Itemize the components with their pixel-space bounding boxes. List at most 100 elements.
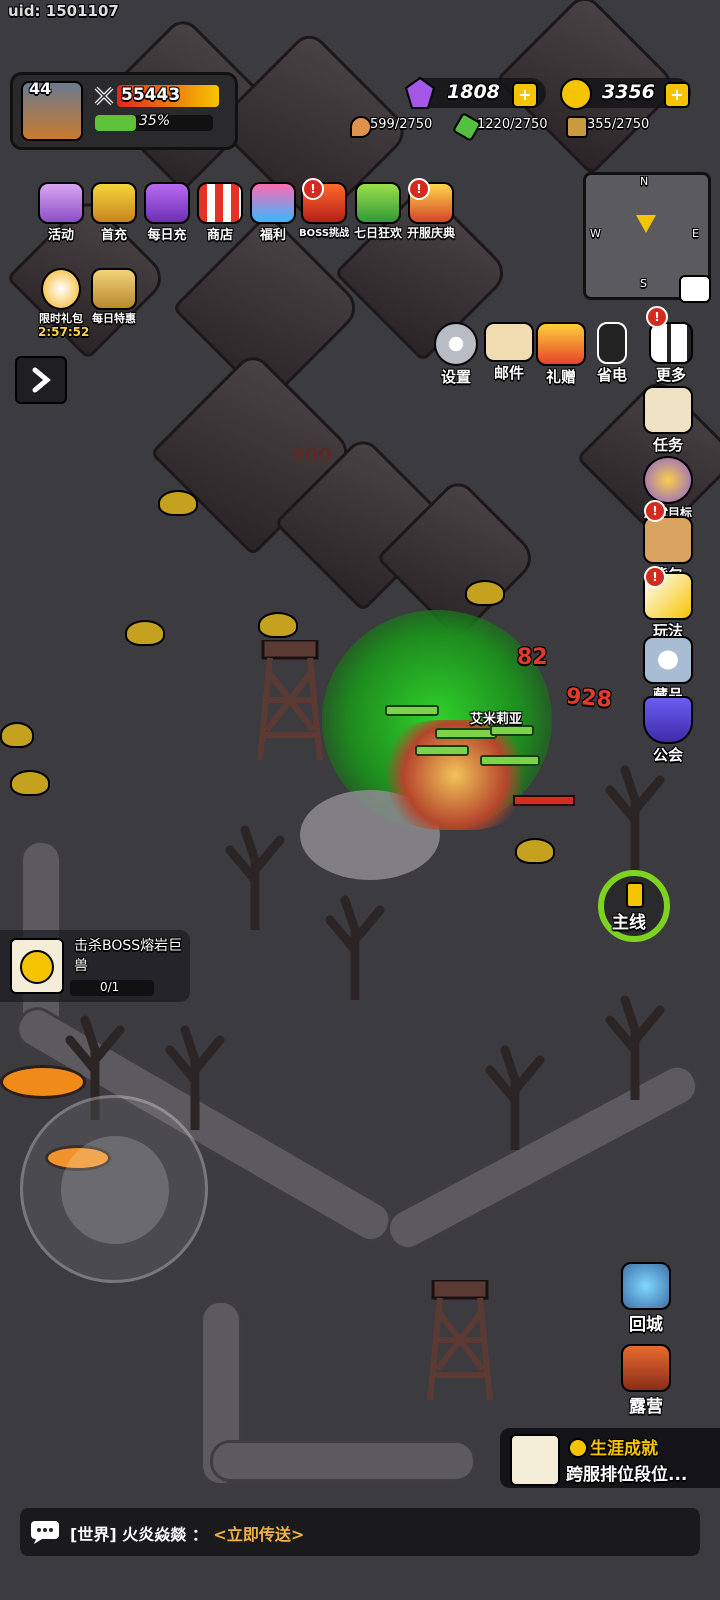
more-button[interactable]: 更多 [643,322,699,385]
beetle-enemy[interactable] [515,838,555,864]
menu-daily-deal-label: 每日特惠 [92,312,136,325]
alert-badge-icon: ! [408,178,430,200]
chat-separator: ： [191,1525,208,1544]
power-save-button[interactable]: 省电 [584,322,640,385]
menu-daily-recharge[interactable]: 每日充 [141,182,193,243]
menu-daily-recharge-label: 每日充 [147,228,187,243]
chevron-right-icon [32,367,51,393]
damage-number: 928 [564,684,613,713]
player-marker-icon [636,215,656,233]
hero-hp-bar [415,745,469,756]
mainline-label: 主线 [612,913,646,933]
trophy-icon [643,456,693,504]
star-badge-icon [643,636,693,684]
dead-tree [605,765,665,870]
portal-icon [621,1262,671,1310]
achievement-icon [510,1434,560,1486]
menu-seven-day[interactable]: 七日狂欢 [352,182,404,241]
menu-timed-pack-label: 限时礼包 [39,312,83,325]
chat-line: [世界] 火炎焱燚 ： <立即传送> [70,1521,304,1545]
present-icon [536,322,586,366]
mail-label: 邮件 [493,364,524,382]
watch-tower [257,640,323,760]
more-label: 更多 [655,366,686,384]
minimap-east: E [692,227,699,240]
ore-count: 355/2750 [587,117,650,132]
chat-channel: [世界] [70,1525,117,1544]
gift-button[interactable]: 礼赠 [533,322,589,387]
alert-badge-icon: ! [644,500,666,522]
beetle-enemy[interactable] [125,620,165,646]
menu-timed-pack[interactable]: 限时礼包 [35,268,87,326]
dead-tree [225,825,285,930]
chat-bar[interactable]: [世界] 火炎焱燚 ： <立即传送> [20,1508,700,1556]
player-card[interactable]: 44 55443 35% [10,72,238,150]
beetle-enemy[interactable] [158,490,198,516]
menu-first-recharge[interactable]: 首充 [88,182,140,243]
beetle-enemy[interactable] [0,722,34,748]
settings-button[interactable]: 设置 [428,322,484,387]
mainline-button[interactable]: 主线 [598,870,670,942]
menu-daily-deal[interactable]: 每日特惠 [88,268,140,326]
quest-progress: 0/1 [100,980,120,994]
achievement-title: 生涯成就 [590,1439,658,1459]
menu-boss-challenge-label: BOSS挑战 [298,228,350,239]
expand-button[interactable] [15,356,67,404]
gem-icon [404,76,436,109]
shop-icon [197,182,243,224]
ore-icon [566,116,588,138]
chat-user: 火炎焱燚 [122,1525,187,1544]
hero-hp-bar [435,728,497,739]
gem-add-button[interactable]: + [512,82,538,108]
exp-percent: 35% [139,113,171,129]
chat-teleport-link[interactable]: <立即传送> [213,1525,304,1544]
return-city-label: 回城 [629,1315,663,1335]
medal-icon [568,1438,588,1458]
achievement-banner[interactable]: 生涯成就 跨服排位段位... [500,1428,720,1488]
meat-count: 599/2750 [370,117,433,132]
return-city-button[interactable]: 回城 [618,1262,674,1335]
battery-icon [597,322,627,364]
coin-reward-icon [10,938,64,994]
beetle-enemy[interactable] [465,580,505,606]
crossed-swords-icon [94,86,114,106]
crown-icon [91,182,137,224]
side-guild[interactable]: 公会 [640,696,696,765]
scale-icon [91,268,137,310]
joystick-base[interactable] [20,1095,208,1283]
gift-icon [250,182,296,224]
dead-tree [325,895,385,1000]
shield-icon [643,696,693,744]
quest-title: 击杀BOSS熔岩巨兽 [74,938,183,974]
side-quest[interactable]: 任务 [640,386,696,455]
tent-icon [621,1344,671,1392]
menu-activity-label: 活动 [47,228,74,243]
stopwatch-icon [41,268,81,310]
quest-panel[interactable]: 击杀BOSS熔岩巨兽 0/1 [0,930,190,1002]
menu-shop[interactable]: 商店 [194,182,246,243]
menu-activity[interactable]: 活动 [35,182,87,243]
beetle-enemy[interactable] [10,770,50,796]
gold-coin-icon [560,78,592,110]
gift-label: 礼赠 [545,368,576,386]
side-quest-label: 任务 [652,436,683,454]
camera-icon[interactable] [679,275,711,303]
alert-badge-icon: ! [644,566,666,588]
gold-add-button[interactable]: + [664,82,690,108]
beetle-enemy[interactable] [258,612,298,638]
joystick-knob[interactable] [61,1136,169,1244]
menu-welfare-label: 福利 [259,228,286,243]
gear-icon [434,322,478,366]
hero-name-label: 艾米莉亚 [470,712,523,727]
menu-welfare[interactable]: 福利 [247,182,299,243]
minimap-west: W [590,227,601,240]
alert-badge-icon: ! [302,178,324,200]
wood-count: 1220/2750 [477,117,548,132]
meat-icon [350,116,372,138]
side-collection[interactable]: 藏品 [640,636,696,705]
grid-icon [649,322,693,364]
camp-button[interactable]: 露营 [618,1344,674,1417]
countdown-timer: 2:57:52 [38,325,90,339]
mail-button[interactable]: 邮件 [481,322,537,383]
minimap-south: S [640,277,647,290]
